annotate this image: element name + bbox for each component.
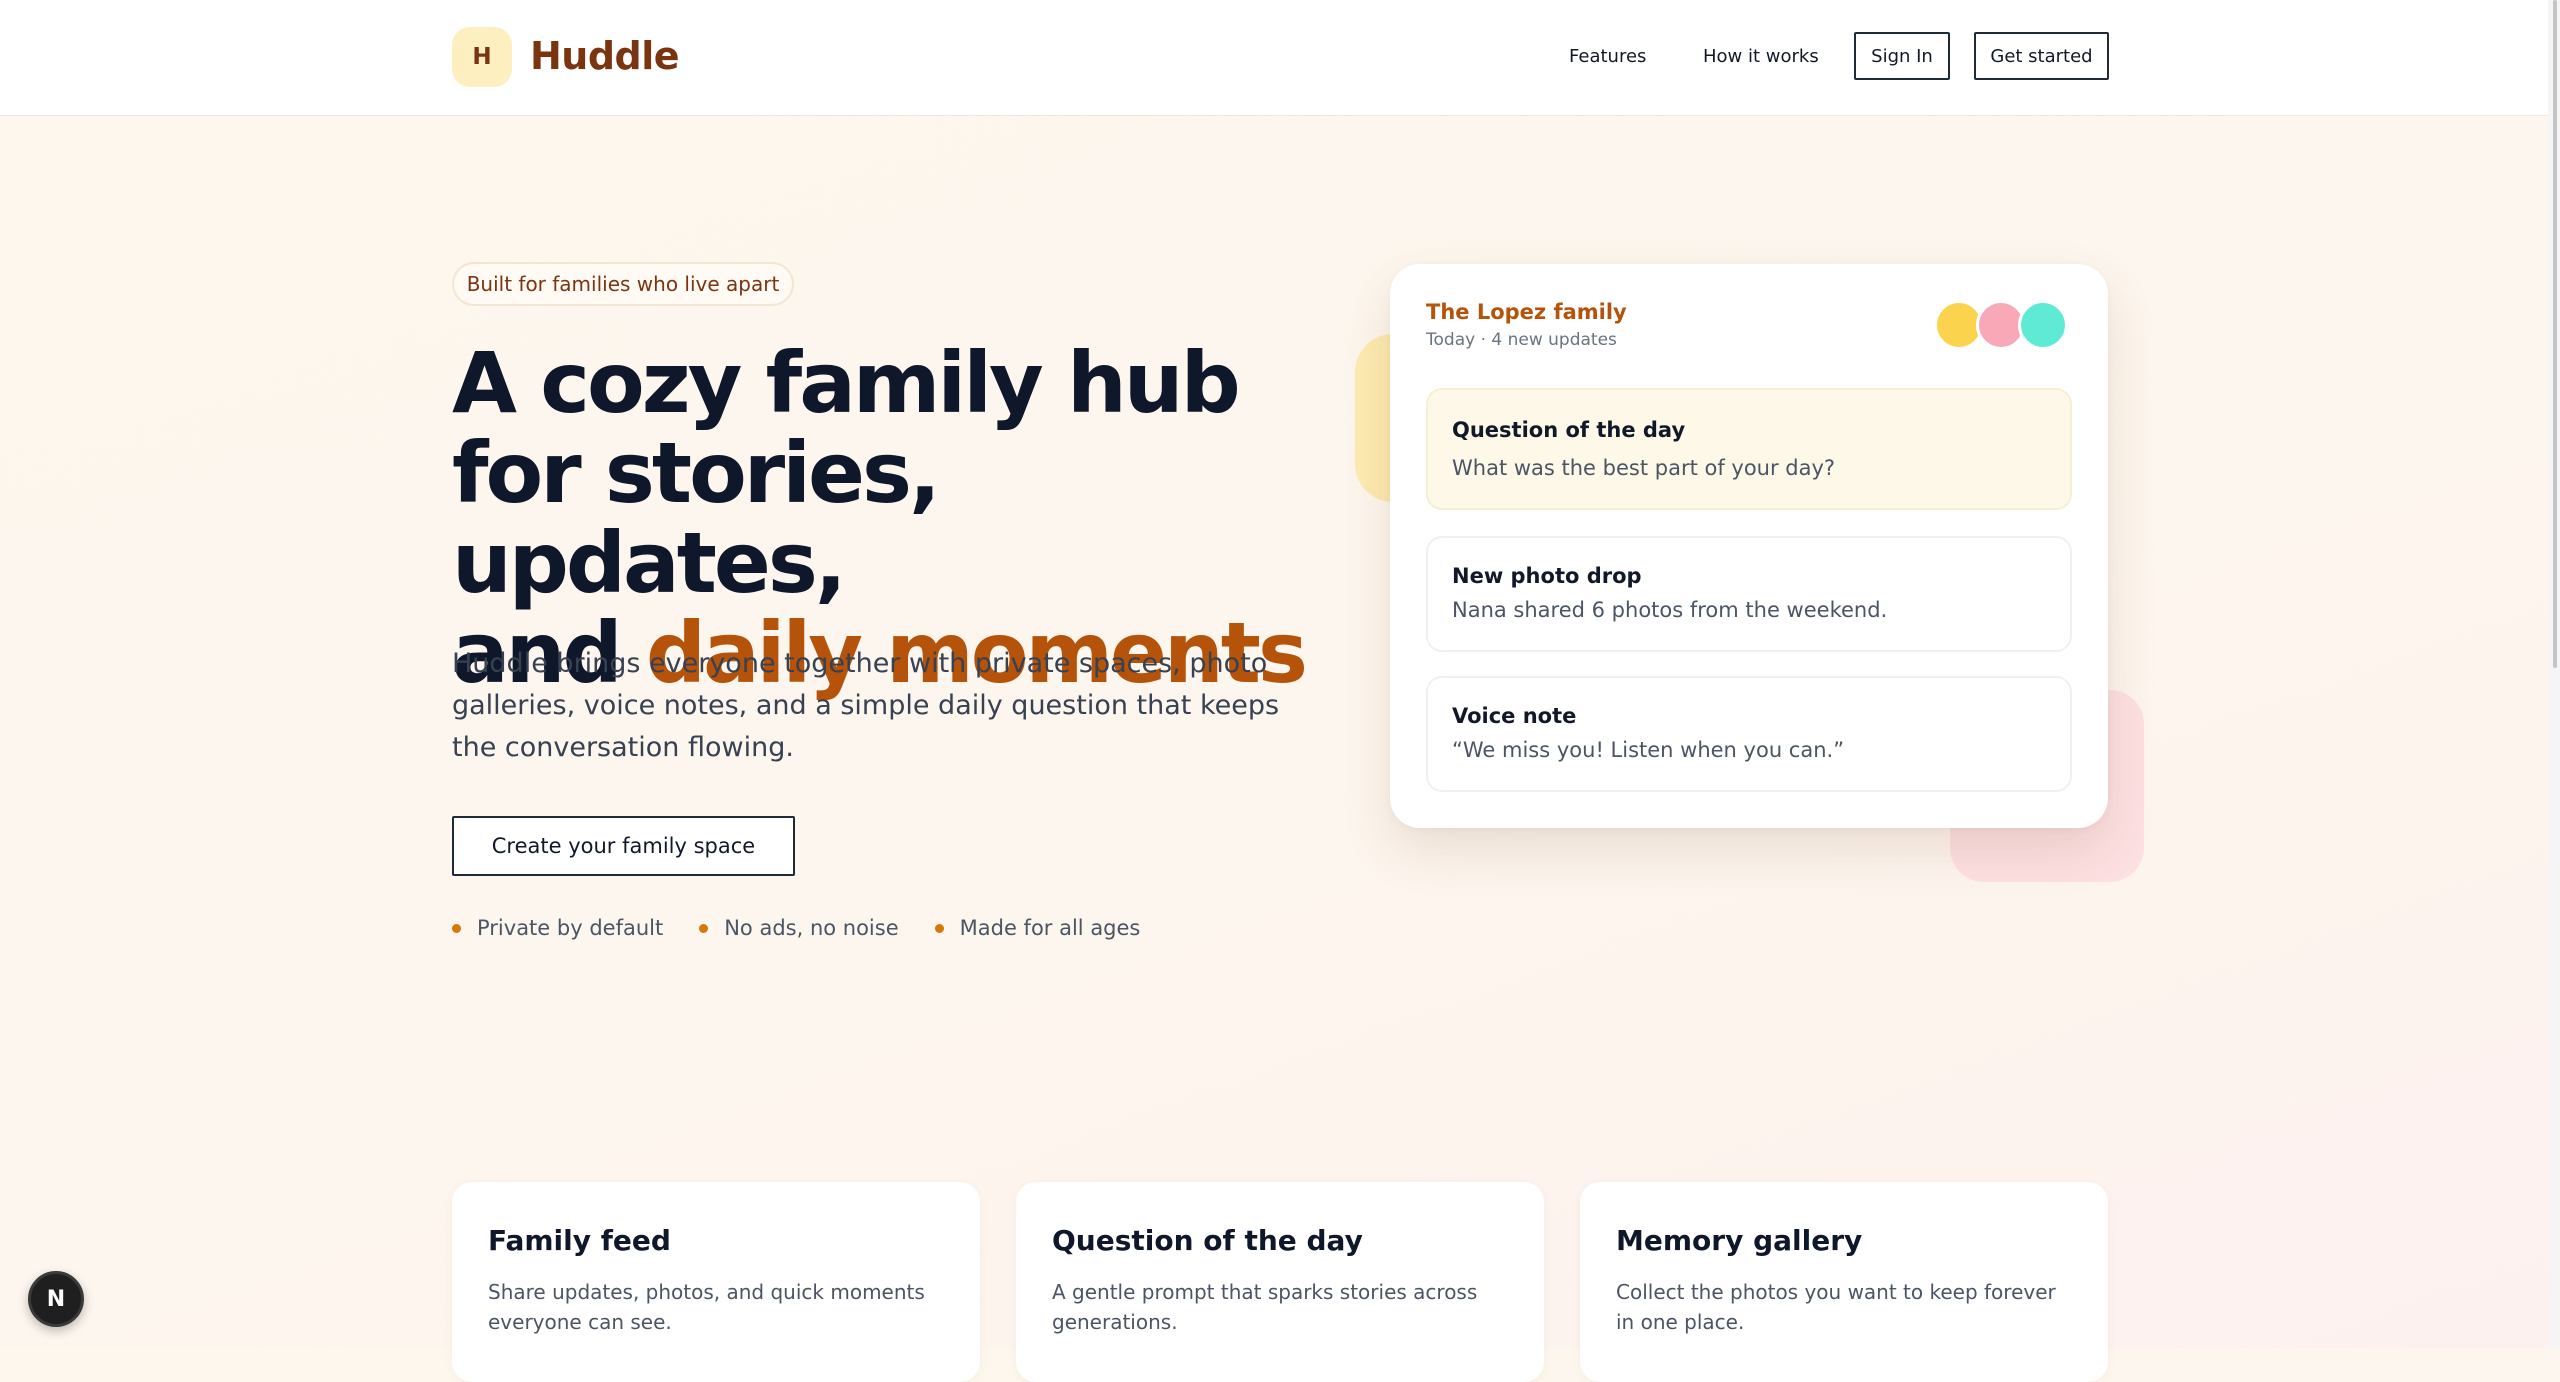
audience-pill: Built for families who live apart: [452, 262, 794, 306]
update-body: “We miss you! Listen when you can.”: [1452, 738, 1845, 762]
feature-highlight: Made for all ages: [934, 916, 1141, 940]
nav-features-link[interactable]: Features: [1569, 40, 1646, 74]
updates-meta: Today · 4 new updates: [1426, 330, 1617, 350]
hero-title-line-2: for stories, updates,: [452, 424, 941, 612]
feature-card-body: Share updates, photos, and quick moments…: [488, 1280, 925, 1334]
hero-title-line-1: A cozy family hub: [452, 334, 1241, 432]
feature-highlight-label: No ads, no noise: [724, 916, 899, 940]
update-photo-drop[interactable]: New photo drop Nana shared 6 photos from…: [1426, 536, 2072, 652]
update-question-of-the-day[interactable]: Question of the day What was the best pa…: [1426, 388, 2072, 510]
update-body: What was the best part of your day?: [1452, 456, 1836, 480]
update-title: Voice note: [1452, 704, 1577, 728]
feature-highlight-label: Private by default: [477, 916, 664, 940]
dev-tools-badge[interactable]: N: [28, 1271, 84, 1327]
bullet-dot-icon: [699, 923, 709, 933]
family-preview-card: The Lopez family Today · 4 new updates Q…: [1390, 264, 2108, 828]
logo-icon[interactable]: H: [452, 27, 512, 87]
bullet-dot-icon: [934, 923, 944, 933]
feature-highlight: Private by default: [452, 916, 663, 940]
bullet-dot-icon: [452, 923, 461, 933]
update-voice-note[interactable]: Voice note “We miss you! Listen when you…: [1426, 676, 2072, 792]
sign-in-button[interactable]: Sign In: [1854, 32, 1950, 80]
avatar: [2018, 300, 2068, 350]
feature-card-question-of-the-day: Question of the day A gentle prompt that…: [1016, 1182, 1544, 1382]
feature-card-memory-gallery: Memory gallery Collect the photos you wa…: [1580, 1182, 2108, 1382]
brand-name[interactable]: Huddle: [530, 30, 680, 82]
get-started-button[interactable]: Get started: [1974, 32, 2109, 80]
member-avatars: [1934, 300, 2074, 350]
feature-card-body: A gentle prompt that sparks stories acro…: [1052, 1280, 1478, 1334]
update-title: Question of the day: [1452, 418, 1686, 442]
nav-how-it-works-link[interactable]: How it works: [1703, 40, 1819, 74]
update-title: New photo drop: [1452, 564, 1642, 588]
family-name: The Lopez family: [1426, 300, 1627, 324]
feature-card-family-feed: Family feed Share updates, photos, and q…: [452, 1182, 980, 1382]
feature-highlights: Private by default No ads, no noise Made…: [452, 912, 1176, 944]
feature-card-title: Question of the day: [1052, 1224, 1363, 1257]
update-body: Nana shared 6 photos from the weekend.: [1452, 598, 1888, 622]
site-header: H Huddle Features How it works Sign In G…: [0, 0, 2560, 116]
create-family-space-button[interactable]: Create your family space: [452, 816, 795, 876]
feature-card-body: Collect the photos you want to keep fore…: [1616, 1280, 2056, 1334]
scrollbar-thumb[interactable]: [2553, 0, 2557, 668]
feature-highlight-label: Made for all ages: [959, 916, 1141, 940]
hero-subtitle: Huddle brings everyone together with pri…: [452, 648, 1280, 763]
feature-card-title: Family feed: [488, 1224, 671, 1257]
feature-card-title: Memory gallery: [1616, 1224, 1863, 1257]
feature-highlight: No ads, no noise: [699, 916, 899, 940]
